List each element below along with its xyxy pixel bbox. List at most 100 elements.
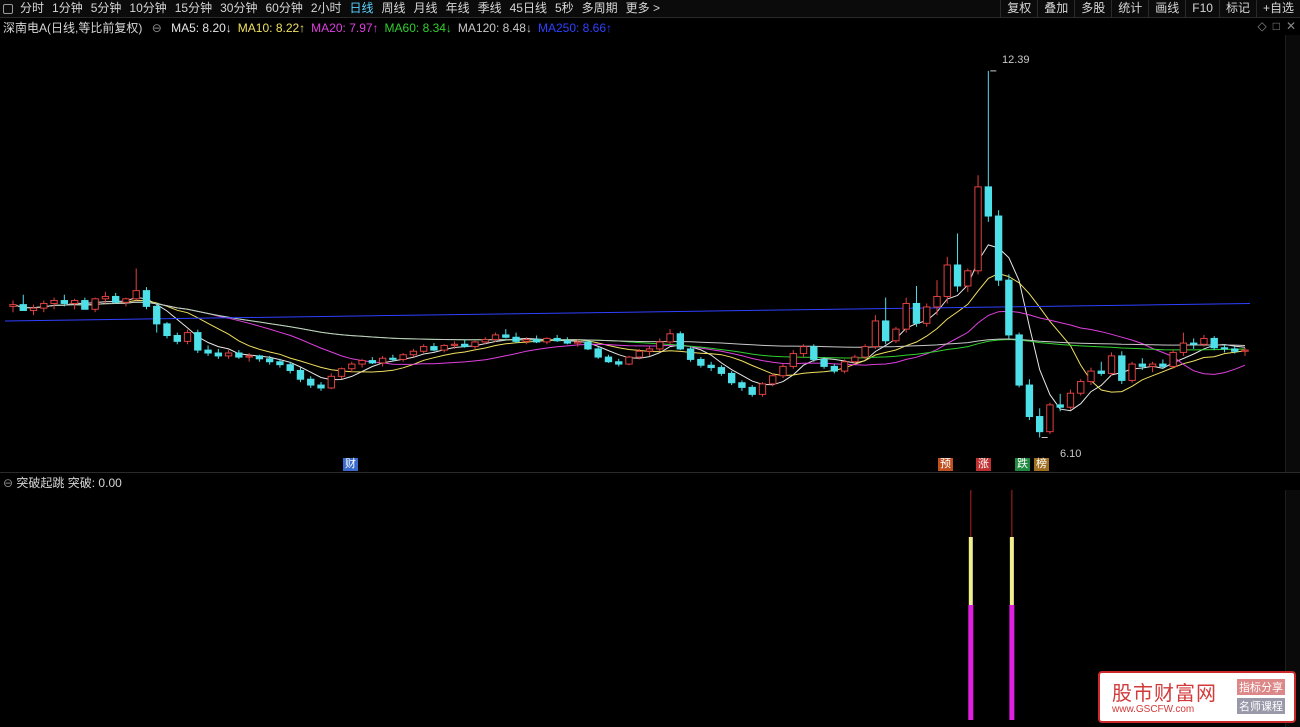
candle-body: [676, 333, 685, 350]
low-price-label: 6.10: [1060, 448, 1082, 460]
candle-body: [758, 383, 767, 395]
toolbar-button[interactable]: 多股: [1074, 0, 1111, 17]
candle-body: [830, 365, 839, 372]
candle-body: [1241, 349, 1249, 352]
candle-body: [265, 358, 274, 363]
candle-body: [70, 300, 79, 304]
candle-body: [1107, 355, 1116, 374]
indicator-title: 突破起跳: [16, 476, 65, 490]
period-tab[interactable]: 1分钟: [48, 0, 87, 17]
candle-body: [91, 298, 99, 310]
period-tab[interactable]: 年线: [442, 0, 474, 17]
panel-control-icon[interactable]: □: [1273, 19, 1280, 33]
signal-bar-base: [1009, 605, 1015, 720]
event-marker-limit-down[interactable]: 跌: [1015, 458, 1030, 471]
candlestick-chart: [4, 70, 1251, 439]
candle-body: [245, 355, 253, 358]
candle-body: [491, 334, 500, 341]
toolbar-button[interactable]: F10: [1185, 0, 1219, 17]
candle-body: [19, 304, 27, 311]
candle-body: [132, 290, 140, 300]
candle-body: [553, 337, 561, 342]
event-marker-finance[interactable]: 财: [343, 458, 358, 471]
candle-body: [307, 378, 315, 386]
candle-body: [881, 320, 890, 342]
signal-bar-mid: [968, 537, 973, 605]
period-tab[interactable]: 更多 >: [622, 0, 664, 17]
period-tab[interactable]: 季线: [474, 0, 506, 17]
candle-body: [419, 346, 428, 352]
period-tab[interactable]: 30分钟: [216, 0, 261, 17]
main-scrollbar[interactable]: [1285, 35, 1300, 472]
candle-body: [348, 363, 356, 370]
candle-body: [697, 358, 705, 366]
candle-body: [522, 339, 531, 342]
candle-body: [214, 352, 223, 357]
sub-legend: ⊖ 突破起跳 突破: 0.00: [3, 474, 122, 491]
collapse-icon[interactable]: ⊖: [3, 476, 13, 490]
candle-body: [840, 361, 849, 372]
period-tab[interactable]: 45日线: [506, 0, 551, 17]
toolbar-button[interactable]: 标记: [1218, 0, 1256, 17]
watermark-logo: 股市财富网 www.GSCFW.com 指标分享 名师课程: [1098, 671, 1296, 723]
period-tab[interactable]: 60分钟: [261, 0, 306, 17]
event-marker-limit-up[interactable]: 涨: [976, 458, 991, 471]
watermark-tag-courses: 名师课程: [1237, 698, 1285, 714]
period-tab[interactable]: 日线: [346, 0, 378, 17]
toolbar-button[interactable]: 复权: [1000, 0, 1037, 17]
candle-body: [173, 335, 181, 342]
period-tab[interactable]: 5秒: [551, 0, 578, 17]
toolbar-button[interactable]: +自选: [1255, 0, 1300, 17]
candle-body: [399, 354, 407, 360]
candle-body: [1128, 363, 1136, 381]
candle-body: [368, 360, 377, 364]
candle-body: [1077, 381, 1085, 394]
toolbar: 分时 1分钟 5分钟 10分钟 15分钟 30分钟 60分钟 2小时 日线 周线 月线 年线 季线 45日…: [0, 0, 1300, 18]
event-marker-ranking[interactable]: 榜: [1034, 458, 1049, 471]
ma-legend-item: MA5: 8.20↓: [171, 21, 232, 35]
candle-body: [142, 290, 151, 307]
candle-body: [1189, 342, 1198, 345]
signal-bar-mid: [1009, 537, 1014, 605]
candle-body: [358, 360, 366, 365]
candle-body: [779, 365, 787, 377]
period-tab[interactable]: 分时: [16, 0, 48, 17]
panel-control-icon[interactable]: ◇: [1257, 19, 1266, 33]
toolbar-button[interactable]: 统计: [1111, 0, 1148, 17]
candle-body: [984, 186, 993, 217]
ma-legend-item: MA120: 8.48↓: [457, 21, 532, 35]
indicator-chart: [968, 490, 1015, 720]
event-marker-forecast[interactable]: 预: [938, 458, 953, 471]
period-tab[interactable]: 10分钟: [125, 0, 170, 17]
period-tab[interactable]: 15分钟: [171, 0, 216, 17]
candle-body: [892, 328, 900, 342]
candle-body: [1087, 370, 1095, 383]
candle-body: [1220, 347, 1229, 350]
period-tabs: 分时 1分钟 5分钟 10分钟 15分钟 30分钟 60分钟 2小时 日线 周线 月线 年线 季线 45日…: [16, 0, 664, 17]
toolbar-right: 复权 叠加 多股 统计 画线 F10 标记 +自选: [1000, 0, 1300, 17]
candle-body: [111, 295, 120, 303]
candle-body: [1035, 416, 1044, 433]
period-tab[interactable]: 周线: [378, 0, 410, 17]
candle-body: [1200, 337, 1208, 345]
collapse-icon[interactable]: ⊖: [152, 21, 162, 35]
candle-body: [1066, 392, 1075, 408]
period-tab[interactable]: 月线: [410, 0, 442, 17]
panel-divider[interactable]: [0, 472, 1300, 473]
period-tab[interactable]: 5分钟: [87, 0, 126, 17]
panel-control-icon[interactable]: ✕: [1286, 19, 1296, 33]
ma250-line: [4, 302, 1251, 322]
candle-body: [1148, 363, 1157, 367]
candle-body: [974, 186, 982, 272]
candle-body: [389, 357, 397, 360]
candle-body: [933, 295, 941, 308]
period-tab[interactable]: 2小时: [307, 0, 346, 17]
period-tab[interactable]: 多周期: [578, 0, 622, 17]
candle-body: [1118, 355, 1126, 381]
toolbar-button[interactable]: 叠加: [1037, 0, 1074, 17]
candle-body: [101, 295, 110, 300]
candle-body: [50, 300, 58, 304]
menu-icon[interactable]: [0, 1, 16, 17]
candle-body: [532, 339, 541, 343]
toolbar-button[interactable]: 画线: [1148, 0, 1185, 17]
